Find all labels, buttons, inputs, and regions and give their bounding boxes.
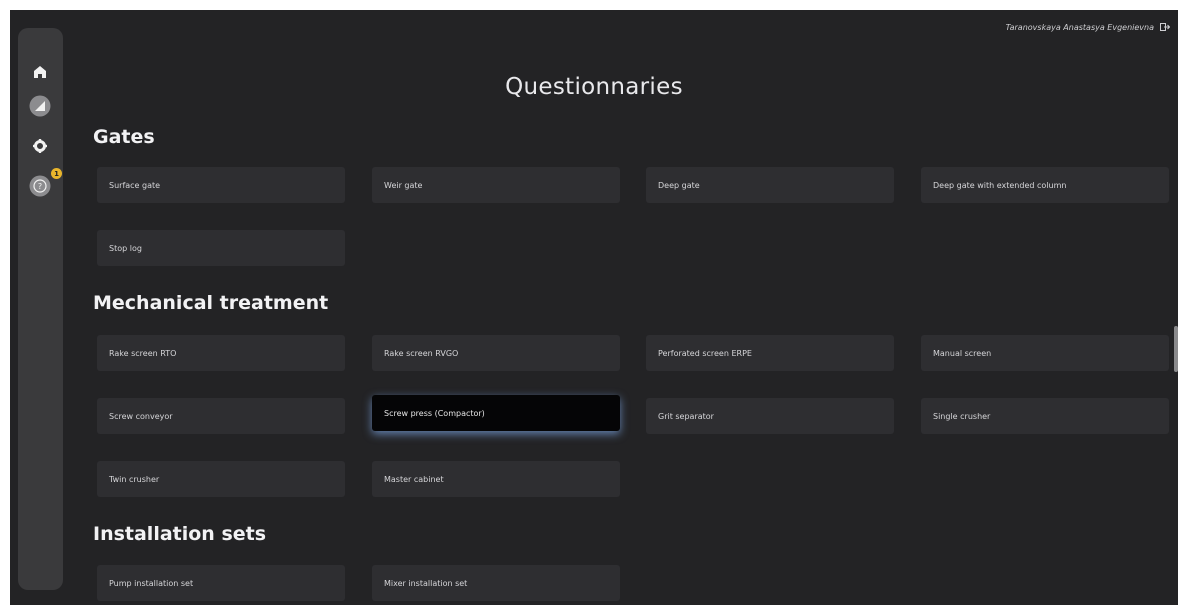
questionnaire-card[interactable]: Weir gate bbox=[372, 167, 620, 203]
app-frame: ? 1 Taranovskaya Anastasya Evgenievna Qu… bbox=[10, 10, 1178, 605]
sidebar-item-help[interactable]: ? 1 bbox=[28, 168, 62, 198]
notification-badge: 1 bbox=[51, 168, 62, 179]
questionnaire-card[interactable]: Twin crusher bbox=[97, 461, 345, 497]
questionnaire-card[interactable]: Perforated screen ERPE bbox=[646, 335, 894, 371]
questionnaire-card[interactable]: Manual screen bbox=[921, 335, 1169, 371]
page-title: Questionnaries bbox=[505, 74, 683, 100]
questionnaire-card-selected[interactable]: Screw press (Compactor) bbox=[372, 395, 620, 431]
section-title-gates: Gates bbox=[93, 126, 155, 148]
questionnaire-card[interactable]: Grit separator bbox=[646, 398, 894, 434]
logout-icon[interactable] bbox=[1160, 22, 1170, 32]
questionnaire-card[interactable]: Stop log bbox=[97, 230, 345, 266]
questionnaire-card[interactable]: Pump installation set bbox=[97, 565, 345, 601]
gear-icon bbox=[33, 139, 47, 153]
sidebar: ? 1 bbox=[18, 28, 63, 590]
user-name[interactable]: Taranovskaya Anastasya Evgenievna bbox=[1006, 23, 1154, 32]
questionnaire-card[interactable]: Mixer installation set bbox=[372, 565, 620, 601]
questionnaire-card[interactable]: Master cabinet bbox=[372, 461, 620, 497]
questionnaire-card[interactable]: Rake screen RVGO bbox=[372, 335, 620, 371]
questionnaire-card[interactable]: Surface gate bbox=[97, 167, 345, 203]
section-title-mechanical-treatment: Mechanical treatment bbox=[93, 292, 329, 314]
questionnaire-card[interactable]: Deep gate with extended column bbox=[921, 167, 1169, 203]
user-bar: Taranovskaya Anastasya Evgenievna bbox=[1006, 22, 1170, 32]
scrollbar-thumb[interactable] bbox=[1174, 326, 1178, 372]
questionnaire-card[interactable]: Rake screen RTO bbox=[97, 335, 345, 371]
questionnaire-card[interactable]: Screw conveyor bbox=[97, 398, 345, 434]
sidebar-item-settings[interactable] bbox=[28, 134, 52, 158]
section-title-installation-sets: Installation sets bbox=[93, 523, 267, 545]
questionnaire-card[interactable]: Single crusher bbox=[921, 398, 1169, 434]
help-icon: ? bbox=[29, 175, 51, 197]
svg-text:?: ? bbox=[38, 182, 42, 191]
questionnaire-card[interactable]: Deep gate bbox=[646, 167, 894, 203]
